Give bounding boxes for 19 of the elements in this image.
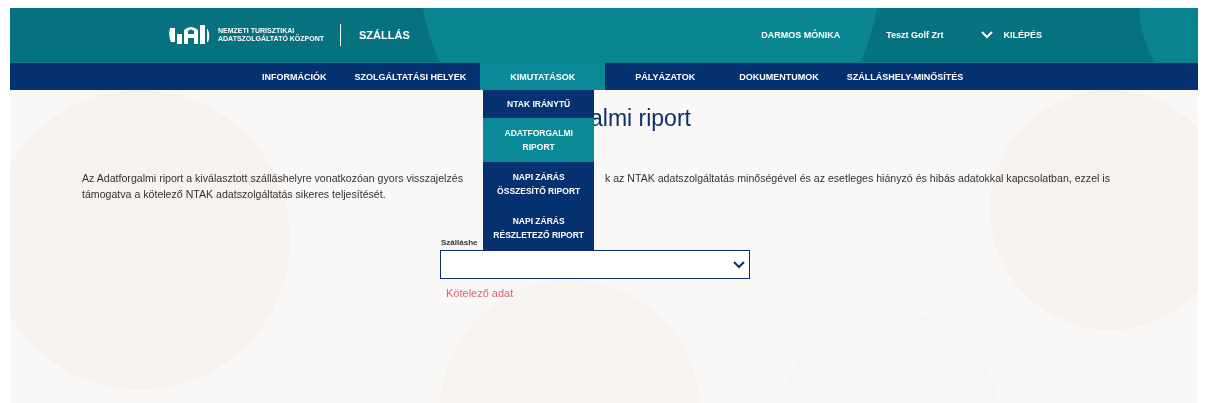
app-name: SZÁLLÁS — [359, 29, 410, 41]
field-label: Szálláshe — [441, 238, 479, 247]
nav-tab[interactable]: SZÁLLÁSHELY-MINŐSÍTÉS — [832, 63, 978, 90]
menu-item[interactable]: ADATFORGALMI RIPORT — [483, 118, 595, 162]
chevron-down-icon[interactable] — [981, 31, 994, 39]
error-message: Kötelező adat — [446, 287, 515, 299]
logout-link[interactable]: KILÉPÉS — [1003, 30, 1042, 40]
accommodation-select[interactable] — [440, 250, 750, 279]
intro-text: támogatva a kötelező NTAK adatszolgáltatás sikeres teljesítését. — [82, 188, 386, 200]
nav-tab[interactable]: PÁLYÁZATOK — [605, 63, 726, 90]
nav-tab[interactable]: INFORMÁCIÓK — [248, 63, 341, 90]
user-name: DARMOS MÓNIKA — [761, 30, 841, 40]
intro-text: Az Adatforgalmi riport a kiválasztott szálláshelyre vonatkozóan gyors visszajelzés — [82, 172, 463, 184]
nav-tab[interactable]: KIMUTATÁSOK — [480, 63, 606, 90]
nav-tab[interactable]: DOKUMENTUMOK — [725, 63, 833, 90]
intro-text: k az NTAK adatszolgáltatás minőségével és az esetleges hiányzó és hibás adatokkal kapcsolatban, ezzel is — [604, 172, 1110, 184]
chevron-down-icon — [733, 260, 745, 269]
nav-tab[interactable]: SZOLGÁLTATÁSI HELYEK — [340, 63, 481, 90]
company-name: Teszt Golf Zrt — [886, 30, 944, 40]
